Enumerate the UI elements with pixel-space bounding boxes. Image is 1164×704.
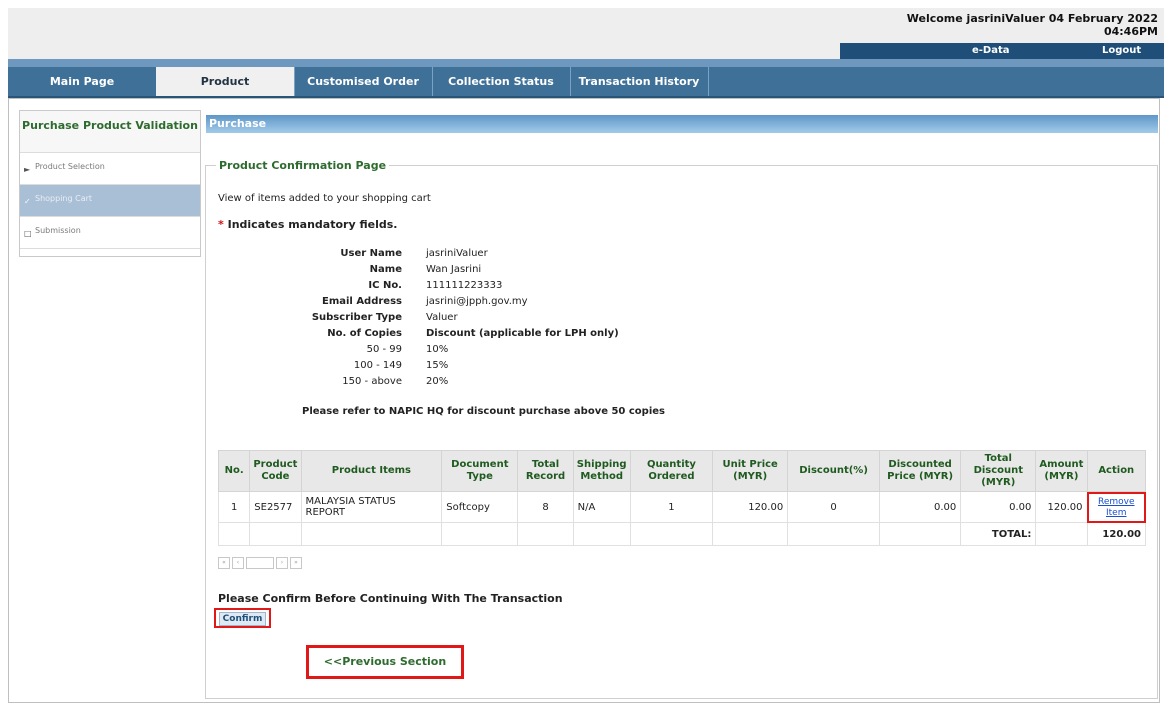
col-header: Quantity Ordered [629,450,714,492]
col-header: Amount (MYR) [1035,450,1088,492]
confirm-prompt: Please Confirm Before Continuing With Th… [218,592,563,605]
label-subscriber-type: Subscriber Type [311,312,402,323]
tab-main-page[interactable]: Main Page [8,67,157,96]
confirm-button[interactable]: Confirm [214,608,271,628]
sidebar-title: Purchase Product Validation [20,111,200,153]
value-subscriber-type: Valuer [426,312,458,323]
prev-page-icon[interactable]: ‹ [232,557,244,569]
value-ic-no: 111111223333 [426,280,503,291]
sidebar-item-shopping-cart[interactable]: ✓ Shopping Cart [20,185,200,217]
col-header: Product Items [300,450,443,492]
logout-link[interactable]: Logout [1102,45,1141,56]
arrow-icon: ► [24,165,31,174]
page-input[interactable] [246,557,274,569]
col-header: Action [1086,450,1147,492]
cell-qty: 1 [629,491,714,523]
cell-unit-price: 120.00 [712,491,789,523]
cell-action: Remove Item [1086,491,1147,523]
sidebar: Purchase Product Validation ► Product Se… [19,110,201,257]
tier-pct: 10% [426,344,449,355]
label-email: Email Address [321,296,402,307]
last-page-icon[interactable]: » [290,557,302,569]
label-ic-no: IC No. [368,280,402,291]
tab-customised-order[interactable]: Customised Order [294,67,433,96]
label-user-name: User Name [340,248,402,259]
welcome-message: Welcome jasriniValuer 04 February 2022 [906,12,1158,25]
section-header: Purchase [206,115,1158,133]
edata-link[interactable]: e-Data [972,45,1010,56]
cell-no: 1 [217,491,251,523]
table-total-row: TOTAL: 120.00 [217,522,1147,546]
total-label: TOTAL: [960,522,1037,546]
tab-transaction-history[interactable]: Transaction History [570,67,709,96]
cell-discount: 0 [787,491,880,523]
tier-range: 50 - 99 [366,344,402,355]
table-pager: «‹ ›» [218,557,368,569]
col-header: Discounted Price (MYR) [878,450,962,492]
total-value: 120.00 [1086,522,1147,546]
tier-range: 150 - above [342,376,402,387]
cell-discounted-price: 0.00 [878,491,962,523]
main-nav: Main Page Product Customised Order Colle… [8,67,1164,98]
mandatory-note: * Indicates mandatory fields. [218,218,397,231]
col-header: Total Discount (MYR) [960,450,1037,492]
sidebar-item-label: Submission [35,226,81,235]
welcome-time: 04:46PM [1103,25,1158,38]
col-header: Product Code [249,450,302,492]
tier-pct: 20% [426,376,449,387]
tab-product[interactable]: Product [156,67,295,96]
welcome-text: Welcome jasriniValuer 04 February 2022 0… [907,12,1158,38]
value-user-name: jasriniValuer [426,248,488,259]
square-icon: □ [24,229,32,238]
sidebar-item-product-selection[interactable]: ► Product Selection [20,153,200,185]
tier-pct: 15% [426,360,449,371]
previous-section-button[interactable]: <<Previous Section [306,645,464,679]
tab-collection-status[interactable]: Collection Status [432,67,571,96]
label-name: Name [369,264,402,275]
cell-code: SE2577 [249,491,302,523]
value-discount-heading: Discount (applicable for LPH only) [426,328,619,339]
cell-amount: 120.00 [1035,491,1088,523]
col-header: Total Record [517,450,574,492]
refer-note: Please refer to NAPIC HQ for discount pu… [302,406,665,417]
col-header: Shipping Method [572,450,631,492]
value-email: jasrini@jpph.gov.my [426,296,528,307]
sidebar-item-submission[interactable]: □ Submission [20,217,200,249]
col-header: Document Type [441,450,519,492]
table-row: 1 SE2577 MALAYSIA STATUS REPORT Softcopy… [217,491,1147,523]
col-header: Unit Price (MYR) [712,450,789,492]
check-icon: ✓ [24,197,31,206]
cell-shipping: N/A [572,491,631,523]
first-page-icon[interactable]: « [218,557,230,569]
col-header: Discount(%) [787,450,880,492]
sidebar-item-label: Product Selection [35,162,105,171]
mandatory-text: Indicates mandatory fields. [227,218,398,231]
utility-bar: e-Data Logout [840,43,1164,59]
fieldset-legend: Product Confirmation Page [219,159,387,172]
product-confirmation-fieldset: Product Confirmation Page [205,159,1158,699]
cell-doc-type: Softcopy [441,491,519,523]
next-page-icon[interactable]: › [276,557,288,569]
tier-range: 100 - 149 [353,360,402,371]
cell-total-record: 8 [517,491,574,523]
label-no-of-copies: No. of Copies [327,328,402,339]
mandatory-star: * [218,218,224,231]
col-header: No. [217,450,251,492]
cell-total-discount: 0.00 [960,491,1037,523]
cart-table: No. Product Code Product Items Document … [217,450,1147,546]
remove-item-link[interactable]: Remove Item [1098,497,1135,518]
intro-text: View of items added to your shopping car… [218,193,431,204]
confirm-button-label: Confirm [219,612,266,626]
sidebar-item-label: Shopping Cart [35,194,93,203]
cell-item: MALAYSIA STATUS REPORT [300,491,443,523]
nav-stripe [8,59,1164,67]
table-header-row: No. Product Code Product Items Document … [217,450,1147,492]
value-name: Wan Jasrini [426,264,482,275]
